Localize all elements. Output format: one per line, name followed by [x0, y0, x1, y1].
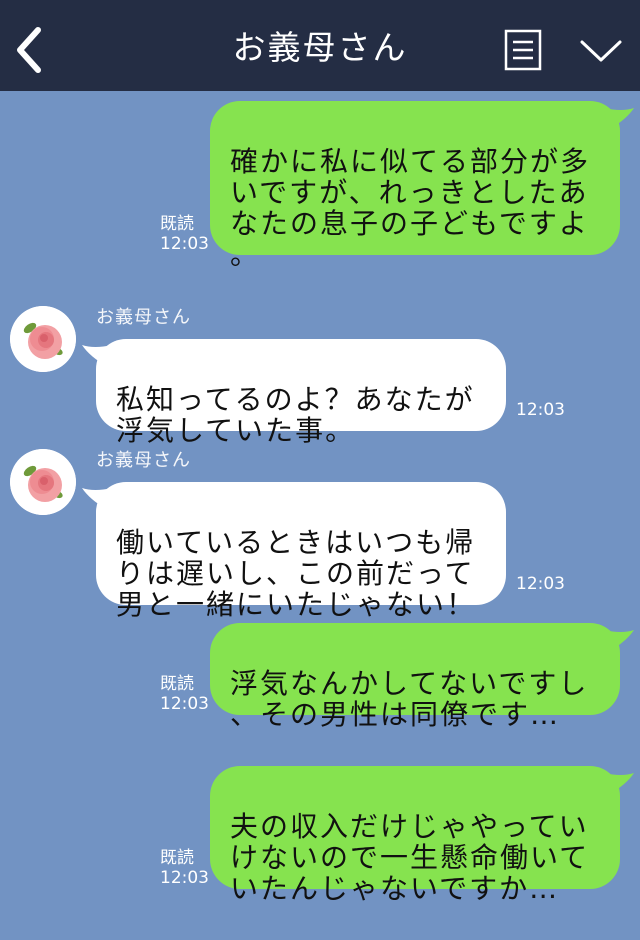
received-message-bubble[interactable]: 私知ってるのよ？あなたが 浮気していた事。 [96, 339, 506, 446]
chat-header: お義母さん [0, 0, 640, 91]
sent-message-bubble[interactable]: 浮気なんかしてないですし 、その男性は同僚です… [210, 623, 620, 730]
message-time: 12:03 [160, 234, 209, 254]
menu-button[interactable] [504, 29, 544, 73]
sent-message-bubble[interactable]: 夫の収入だけじゃやってい けないので一生懸命働いて いたんじゃないですか… [210, 766, 620, 904]
sender-name: お義母さん [96, 307, 191, 328]
message-time: 12:03 [516, 574, 565, 594]
more-options-button[interactable] [578, 36, 624, 66]
avatar[interactable] [10, 449, 76, 515]
avatar[interactable] [10, 306, 76, 372]
list-icon [504, 29, 542, 71]
chevron-down-icon [580, 40, 622, 62]
read-receipt: 既読 [160, 848, 194, 868]
read-receipt: 既読 [160, 214, 194, 234]
back-button[interactable] [8, 22, 52, 78]
message-text: 確かに私に似てる部分が多 いですが、れっきとしたあ なたの息子の子どもですよ 。 [230, 145, 591, 271]
message-text: 夫の収入だけじゃやってい けないので一生懸命働いて いたんじゃないですか… [230, 810, 590, 905]
message-time: 12:03 [160, 868, 209, 888]
message-time: 12:03 [160, 694, 209, 714]
rose-avatar-icon [10, 306, 76, 372]
bubble-tail [604, 773, 634, 795]
read-receipt: 既読 [160, 674, 194, 694]
rose-avatar-icon [10, 449, 76, 515]
bubble-tail [82, 488, 112, 510]
message-text: 浮気なんかしてないですし 、その男性は同僚です… [230, 667, 589, 731]
message-time: 12:03 [516, 400, 565, 420]
sender-name: お義母さん [96, 450, 191, 471]
bubble-tail [604, 630, 634, 652]
message-text: 私知ってるのよ？あなたが 浮気していた事。 [116, 383, 475, 447]
message-text: 働いているときはいつも帰 りは遅いし、この前だって 男と一緒にいたじゃない！ [116, 526, 477, 621]
received-message-bubble[interactable]: 働いているときはいつも帰 りは遅いし、この前だって 男と一緒にいたじゃない！ [96, 482, 506, 620]
bubble-tail [604, 108, 634, 130]
bubble-tail [82, 345, 112, 367]
chat-title: お義母さん [232, 28, 408, 67]
sent-message-bubble[interactable]: 確かに私に似てる部分が多 いですが、れっきとしたあ なたの息子の子どもですよ 。 [210, 101, 620, 270]
chevron-left-icon [17, 27, 41, 73]
